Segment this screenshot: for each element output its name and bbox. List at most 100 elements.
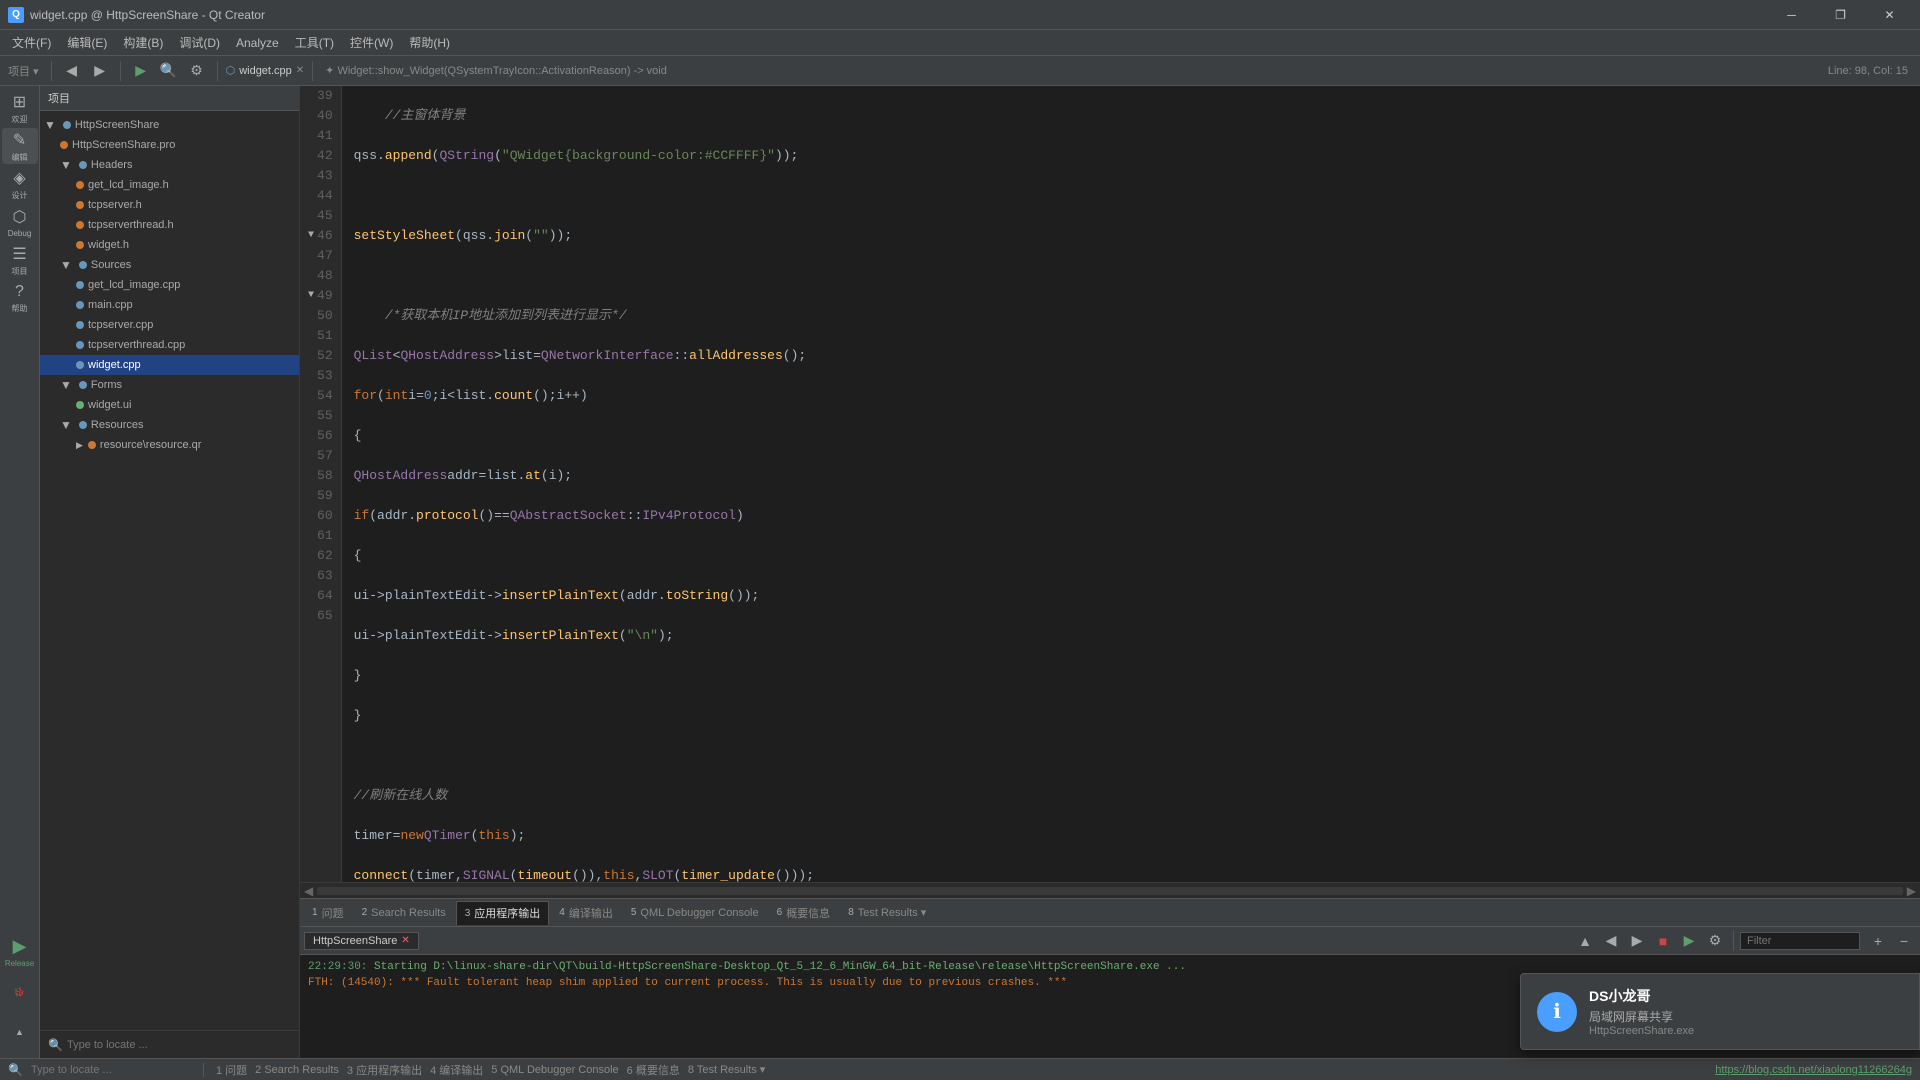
menu-help[interactable]: 帮助(H) bbox=[401, 30, 458, 56]
bottom-tab-search[interactable]: 2 Search Results bbox=[354, 901, 454, 925]
ln-44: 44 bbox=[308, 186, 333, 206]
bottom-tab-output[interactable]: 3 应用程序输出 bbox=[456, 901, 550, 925]
tree-item-tcpserverthread-cpp[interactable]: tcpserverthread.cpp bbox=[40, 335, 299, 355]
tree-item-resource-qr-label: resource\resource.qr bbox=[100, 439, 202, 451]
tree-item-get-lcd-h[interactable]: get_lcd_image.h bbox=[40, 175, 299, 195]
code-content[interactable]: //主窗体背景 qss.append(QString("QWidget{back… bbox=[342, 86, 1920, 882]
tree-item-root[interactable]: ▼ HttpScreenShare bbox=[40, 115, 299, 135]
output-toolbar-back[interactable]: ◀ bbox=[1599, 929, 1623, 953]
bottom-tab-issues[interactable]: 1 问题 bbox=[304, 901, 352, 925]
tree-item-get-lcd-cpp[interactable]: get_lcd_image.cpp bbox=[40, 275, 299, 295]
status-summary[interactable]: 6 概要信息 bbox=[627, 1062, 680, 1078]
sidebar-welcome-label: 欢迎 bbox=[12, 114, 28, 125]
status-qml-debugger[interactable]: 5 QML Debugger Console bbox=[491, 1064, 618, 1076]
tree-item-forms-label: Forms bbox=[91, 379, 122, 391]
tree-item-sources[interactable]: ▼ Sources bbox=[40, 255, 299, 275]
pro-dot bbox=[60, 141, 68, 149]
minimize-button[interactable]: ─ bbox=[1769, 1, 1814, 29]
menu-file[interactable]: 文件(F) bbox=[4, 30, 59, 56]
notification-popup[interactable]: ℹ DS小龙哥 局域网屏幕共享 HttpScreenShare.exe bbox=[1520, 973, 1920, 1050]
tree-item-pro[interactable]: HttpScreenShare.pro bbox=[40, 135, 299, 155]
tree-item-tcpserver-cpp[interactable]: tcpserver.cpp bbox=[40, 315, 299, 335]
output-filter-input[interactable] bbox=[1740, 932, 1860, 950]
status-compile-output[interactable]: 4 编译输出 bbox=[430, 1062, 483, 1078]
res-dot bbox=[88, 441, 96, 449]
menu-debug[interactable]: 调试(D) bbox=[171, 30, 228, 56]
output-toolbar-forward[interactable]: ▶ bbox=[1625, 929, 1649, 953]
headers-dot bbox=[79, 161, 87, 169]
ln-63: 63 bbox=[308, 566, 333, 586]
app-icon: Q bbox=[8, 7, 24, 23]
toolbar-close-icon[interactable]: ✕ bbox=[296, 65, 304, 76]
sidebar-run[interactable]: ▶ Release bbox=[2, 934, 38, 970]
maximize-button[interactable]: ❐ bbox=[1818, 1, 1863, 29]
tree-item-tcpserver-h[interactable]: tcpserver.h bbox=[40, 195, 299, 215]
tree-item-resource-qr[interactable]: ▶ resource\resource.qr bbox=[40, 435, 299, 455]
status-search-results[interactable]: 2 Search Results bbox=[255, 1064, 339, 1076]
nav-back-button[interactable]: ◀ bbox=[60, 59, 84, 83]
menu-tools[interactable]: 工具(T) bbox=[287, 30, 342, 56]
status-search-input[interactable] bbox=[31, 1064, 191, 1076]
bottom-tab-search-label: Search Results bbox=[371, 907, 446, 919]
output-toolbar-run[interactable]: ▶ bbox=[1677, 929, 1701, 953]
tree-item-widget-cpp[interactable]: widget.cpp bbox=[40, 355, 299, 375]
tree-item-widget-ui[interactable]: widget.ui bbox=[40, 395, 299, 415]
search-icon: 🔍 bbox=[48, 1038, 63, 1052]
close-button[interactable]: ✕ bbox=[1867, 1, 1912, 29]
sidebar-design[interactable]: ◈ 设计 bbox=[2, 166, 38, 202]
scroll-left-arrow[interactable]: ◀ bbox=[304, 884, 313, 898]
output-toolbar-settings[interactable]: ⚙ bbox=[1703, 929, 1727, 953]
nav-forward-button[interactable]: ▶ bbox=[88, 59, 112, 83]
sidebar-build-run[interactable]: ▲ bbox=[2, 1014, 38, 1050]
status-test-results[interactable]: 8 Test Results ▾ bbox=[688, 1063, 765, 1076]
project-selector[interactable]: 项目 ▾ bbox=[4, 63, 43, 79]
tree-item-widget-h[interactable]: widget.h bbox=[40, 235, 299, 255]
menu-build[interactable]: 构建(B) bbox=[115, 30, 171, 56]
tree-item-forms[interactable]: ▼ Forms bbox=[40, 375, 299, 395]
output-tab-close[interactable]: ✕ bbox=[401, 935, 409, 946]
menu-analyze[interactable]: Analyze bbox=[228, 30, 287, 56]
scroll-right-arrow[interactable]: ▶ bbox=[1907, 884, 1916, 898]
output-toolbar-stop[interactable]: ■ bbox=[1651, 929, 1675, 953]
output-zoom-in[interactable]: + bbox=[1866, 929, 1890, 953]
sidebar-edit[interactable]: ✎ 编辑 bbox=[2, 128, 38, 164]
project-icon: ☰ bbox=[12, 244, 26, 264]
line-numbers: 39 40 41 42 43 44 45 ▼46 47 48 ▼49 50 51… bbox=[300, 86, 342, 882]
tree-item-tcpserver-cpp-label: tcpserver.cpp bbox=[88, 319, 153, 331]
bottom-tab-test[interactable]: 8 Test Results ▾ bbox=[840, 901, 934, 925]
bottom-tab-summary[interactable]: 6 概要信息 bbox=[769, 901, 839, 925]
tree-item-tcpserverthread-h[interactable]: tcpserverthread.h bbox=[40, 215, 299, 235]
sidebar-debug-run[interactable]: 🐞 bbox=[2, 974, 38, 1010]
ui-dot bbox=[76, 401, 84, 409]
code-line-40: qss.append(QString("QWidget{background-c… bbox=[354, 146, 1908, 166]
tree-item-main-cpp[interactable]: main.cpp bbox=[40, 295, 299, 315]
tree-item-widget-h-label: widget.h bbox=[88, 239, 129, 251]
sidebar-project[interactable]: ☰ 项目 bbox=[2, 242, 38, 278]
sidebar-welcome[interactable]: ⊞ 欢迎 bbox=[2, 90, 38, 126]
build-button[interactable]: ⚙ bbox=[185, 59, 209, 83]
status-issues[interactable]: 1 问题 bbox=[216, 1062, 247, 1078]
main-area: ⊞ 欢迎 ✎ 编辑 ◈ 设计 ⬡ Debug ☰ 项目 ? 帮助 ▶ Relea… bbox=[0, 86, 1920, 1058]
toolbar-file-name[interactable]: widget.cpp bbox=[239, 65, 292, 77]
cpp-dot-1 bbox=[76, 281, 84, 289]
run-button[interactable]: ▶ bbox=[129, 59, 153, 83]
menu-edit[interactable]: 编辑(E) bbox=[59, 30, 115, 56]
code-scroll[interactable]: 39 40 41 42 43 44 45 ▼46 47 48 ▼49 50 51… bbox=[300, 86, 1920, 882]
menu-controls[interactable]: 控件(W) bbox=[342, 30, 401, 56]
output-zoom-out[interactable]: − bbox=[1892, 929, 1916, 953]
build-run-icon: ▲ bbox=[15, 1027, 24, 1037]
output-toolbar-up[interactable]: ▲ bbox=[1573, 929, 1597, 953]
debug-run-button[interactable]: 🔍 bbox=[157, 59, 181, 83]
tree-item-headers[interactable]: ▼ Headers bbox=[40, 155, 299, 175]
sidebar-debug[interactable]: ⬡ Debug bbox=[2, 204, 38, 240]
status-link[interactable]: https://blog.csdn.net/xiaolong11266264g bbox=[1715, 1064, 1912, 1076]
output-tab-name[interactable]: HttpScreenShare ✕ bbox=[304, 932, 419, 950]
locate-input[interactable] bbox=[67, 1039, 291, 1051]
status-app-output[interactable]: 3 应用程序输出 bbox=[347, 1062, 422, 1078]
ln-46: ▼46 bbox=[308, 226, 333, 246]
sidebar-help[interactable]: ? 帮助 bbox=[2, 280, 38, 316]
bottom-tab-qml[interactable]: 5 QML Debugger Console bbox=[623, 901, 767, 925]
run-icon: ▶ bbox=[13, 936, 27, 957]
bottom-tab-compile[interactable]: 4 编译输出 bbox=[551, 901, 621, 925]
tree-item-resources[interactable]: ▼ Resources bbox=[40, 415, 299, 435]
